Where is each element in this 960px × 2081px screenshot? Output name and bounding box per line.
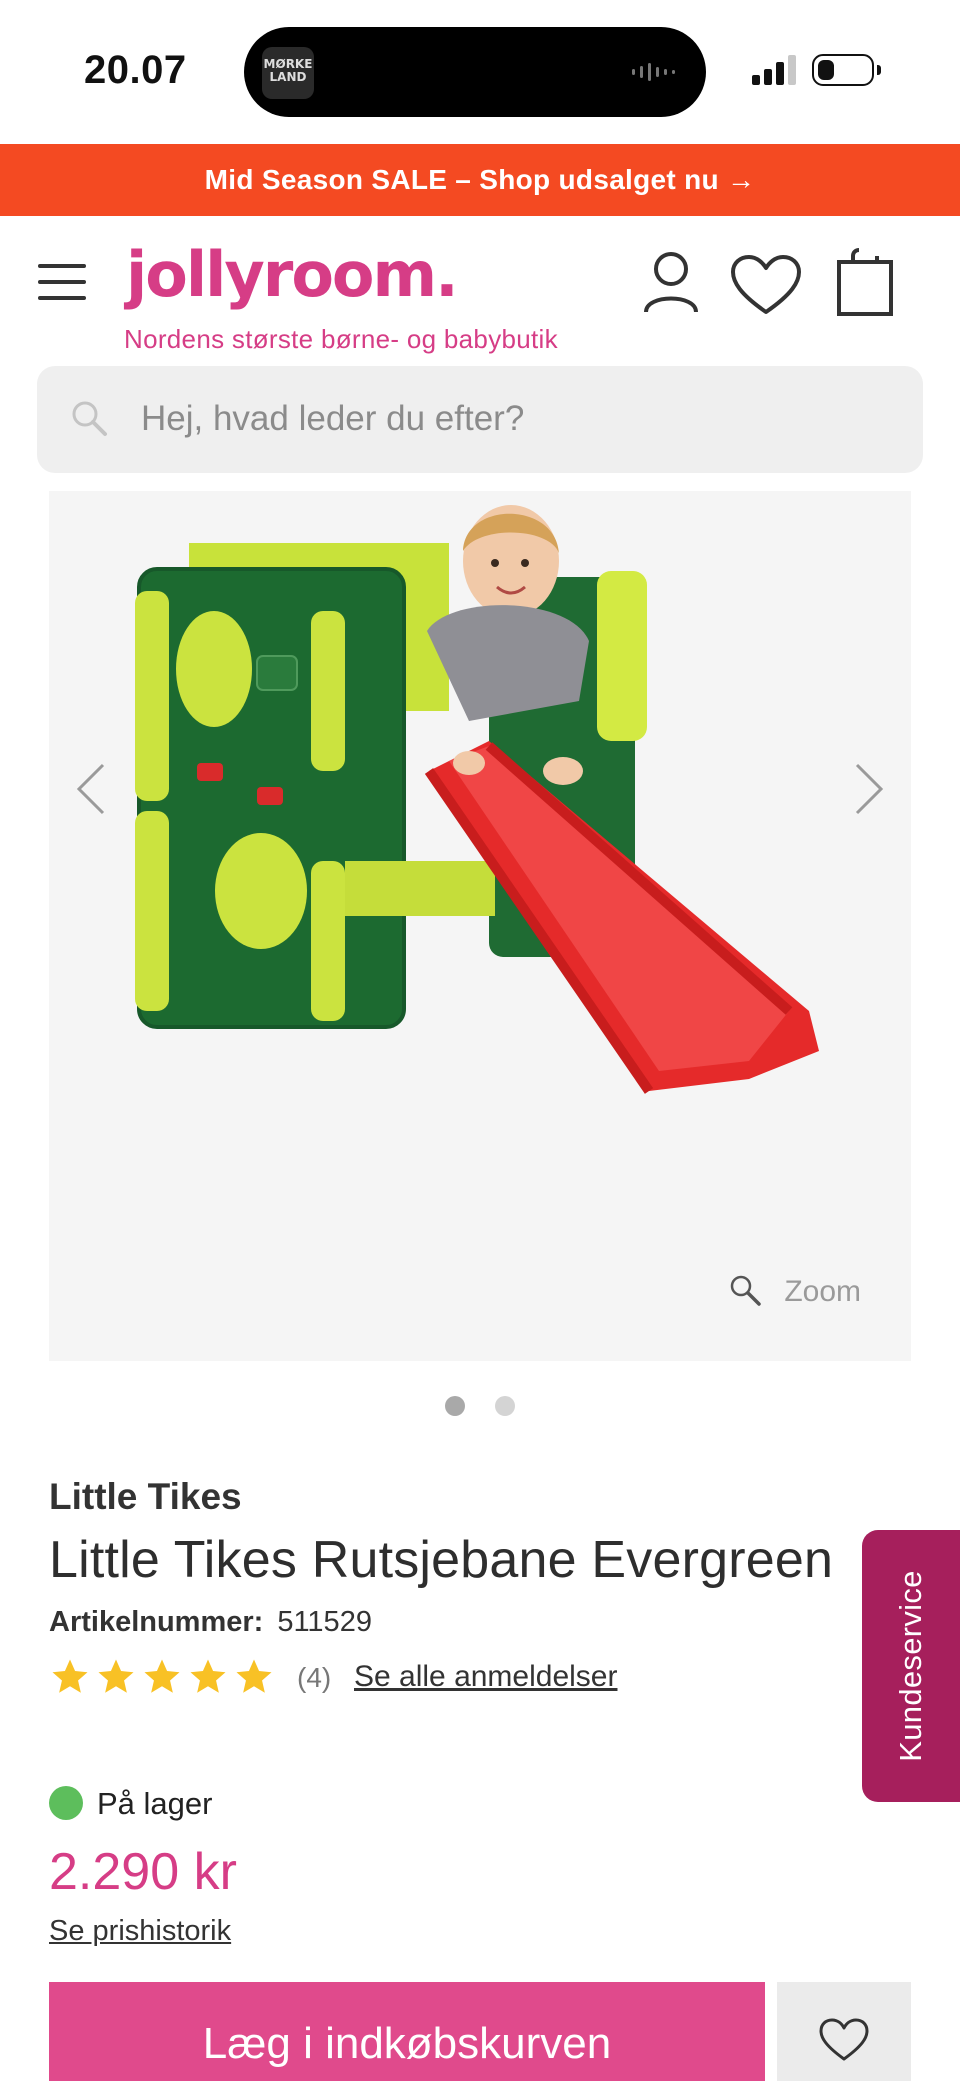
gallery-pagination [0,1396,960,1421]
now-playing-artwork: MØRKE LAND [262,47,314,99]
search-placeholder: Hej, hvad leder du efter? [141,399,525,438]
stock-label: På lager [97,1786,213,1821]
customer-service-tab[interactable]: Kundeservice [862,1530,960,1802]
price-history-link[interactable]: Se prishistorik [49,1915,231,1948]
zoom-icon [731,1275,762,1306]
article-number-label: Artikelnummer: [49,1606,264,1638]
tagline: Nordens største børne- og babybutik [124,324,558,354]
gallery-dot-1[interactable] [445,1396,465,1416]
stock-status: På lager [49,1785,213,1822]
customer-service-label: Kundeservice [893,1570,928,1762]
article-number-value: 511529 [277,1606,372,1638]
star-icon [236,1659,272,1693]
product-price: 2.290 kr [49,1843,237,1901]
status-bar: 20.07 MØRKE LAND [0,0,960,144]
heart-icon[interactable] [730,254,802,316]
star-icon [52,1659,88,1693]
next-image-arrow[interactable] [849,759,889,819]
see-all-reviews-link[interactable]: Se alle anmeldelser [354,1660,617,1694]
article-number: Artikelnummer: 511529 [49,1606,372,1639]
gallery-dot-2[interactable] [495,1396,515,1416]
shopping-bag-icon[interactable] [836,248,894,318]
star-rating [49,1656,279,1703]
dynamic-island[interactable]: MØRKE LAND [244,27,706,117]
product-gallery[interactable]: Zoom [49,491,911,1361]
account-icon[interactable] [642,250,700,314]
zoom-label: Zoom [784,1275,861,1308]
star-icon [144,1659,180,1693]
product-image[interactable] [49,491,911,1361]
promo-banner[interactable]: Mid Season SALE – Shop udsalget nu → [0,144,960,216]
cellular-signal-icon [752,55,796,85]
site-header: jollyroom. Nordens største børne- og bab… [0,216,960,366]
previous-image-arrow[interactable] [71,759,111,819]
add-to-wishlist-button[interactable] [777,1982,911,2081]
search-input[interactable]: Hej, hvad leder du efter? [37,366,923,473]
add-to-cart-button[interactable]: Læg i indkøbskurven [49,1982,765,2081]
star-icon [190,1659,226,1693]
zoom-button[interactable]: Zoom [731,1275,861,1309]
logo[interactable]: jollyroom. [126,238,459,311]
status-time: 20.07 [84,48,187,92]
search-icon [72,401,107,436]
battery-icon [812,54,881,86]
audio-waveform-icon [632,63,675,81]
product-brand[interactable]: Little Tikes [49,1476,242,1518]
heart-icon [819,2018,869,2061]
review-count: (4) [297,1662,332,1693]
in-stock-indicator [49,1785,83,1820]
product-title: Little Tikes Rutsjebane Evergreen [49,1531,834,1589]
star-icon [98,1659,134,1693]
menu-icon[interactable] [38,264,86,300]
